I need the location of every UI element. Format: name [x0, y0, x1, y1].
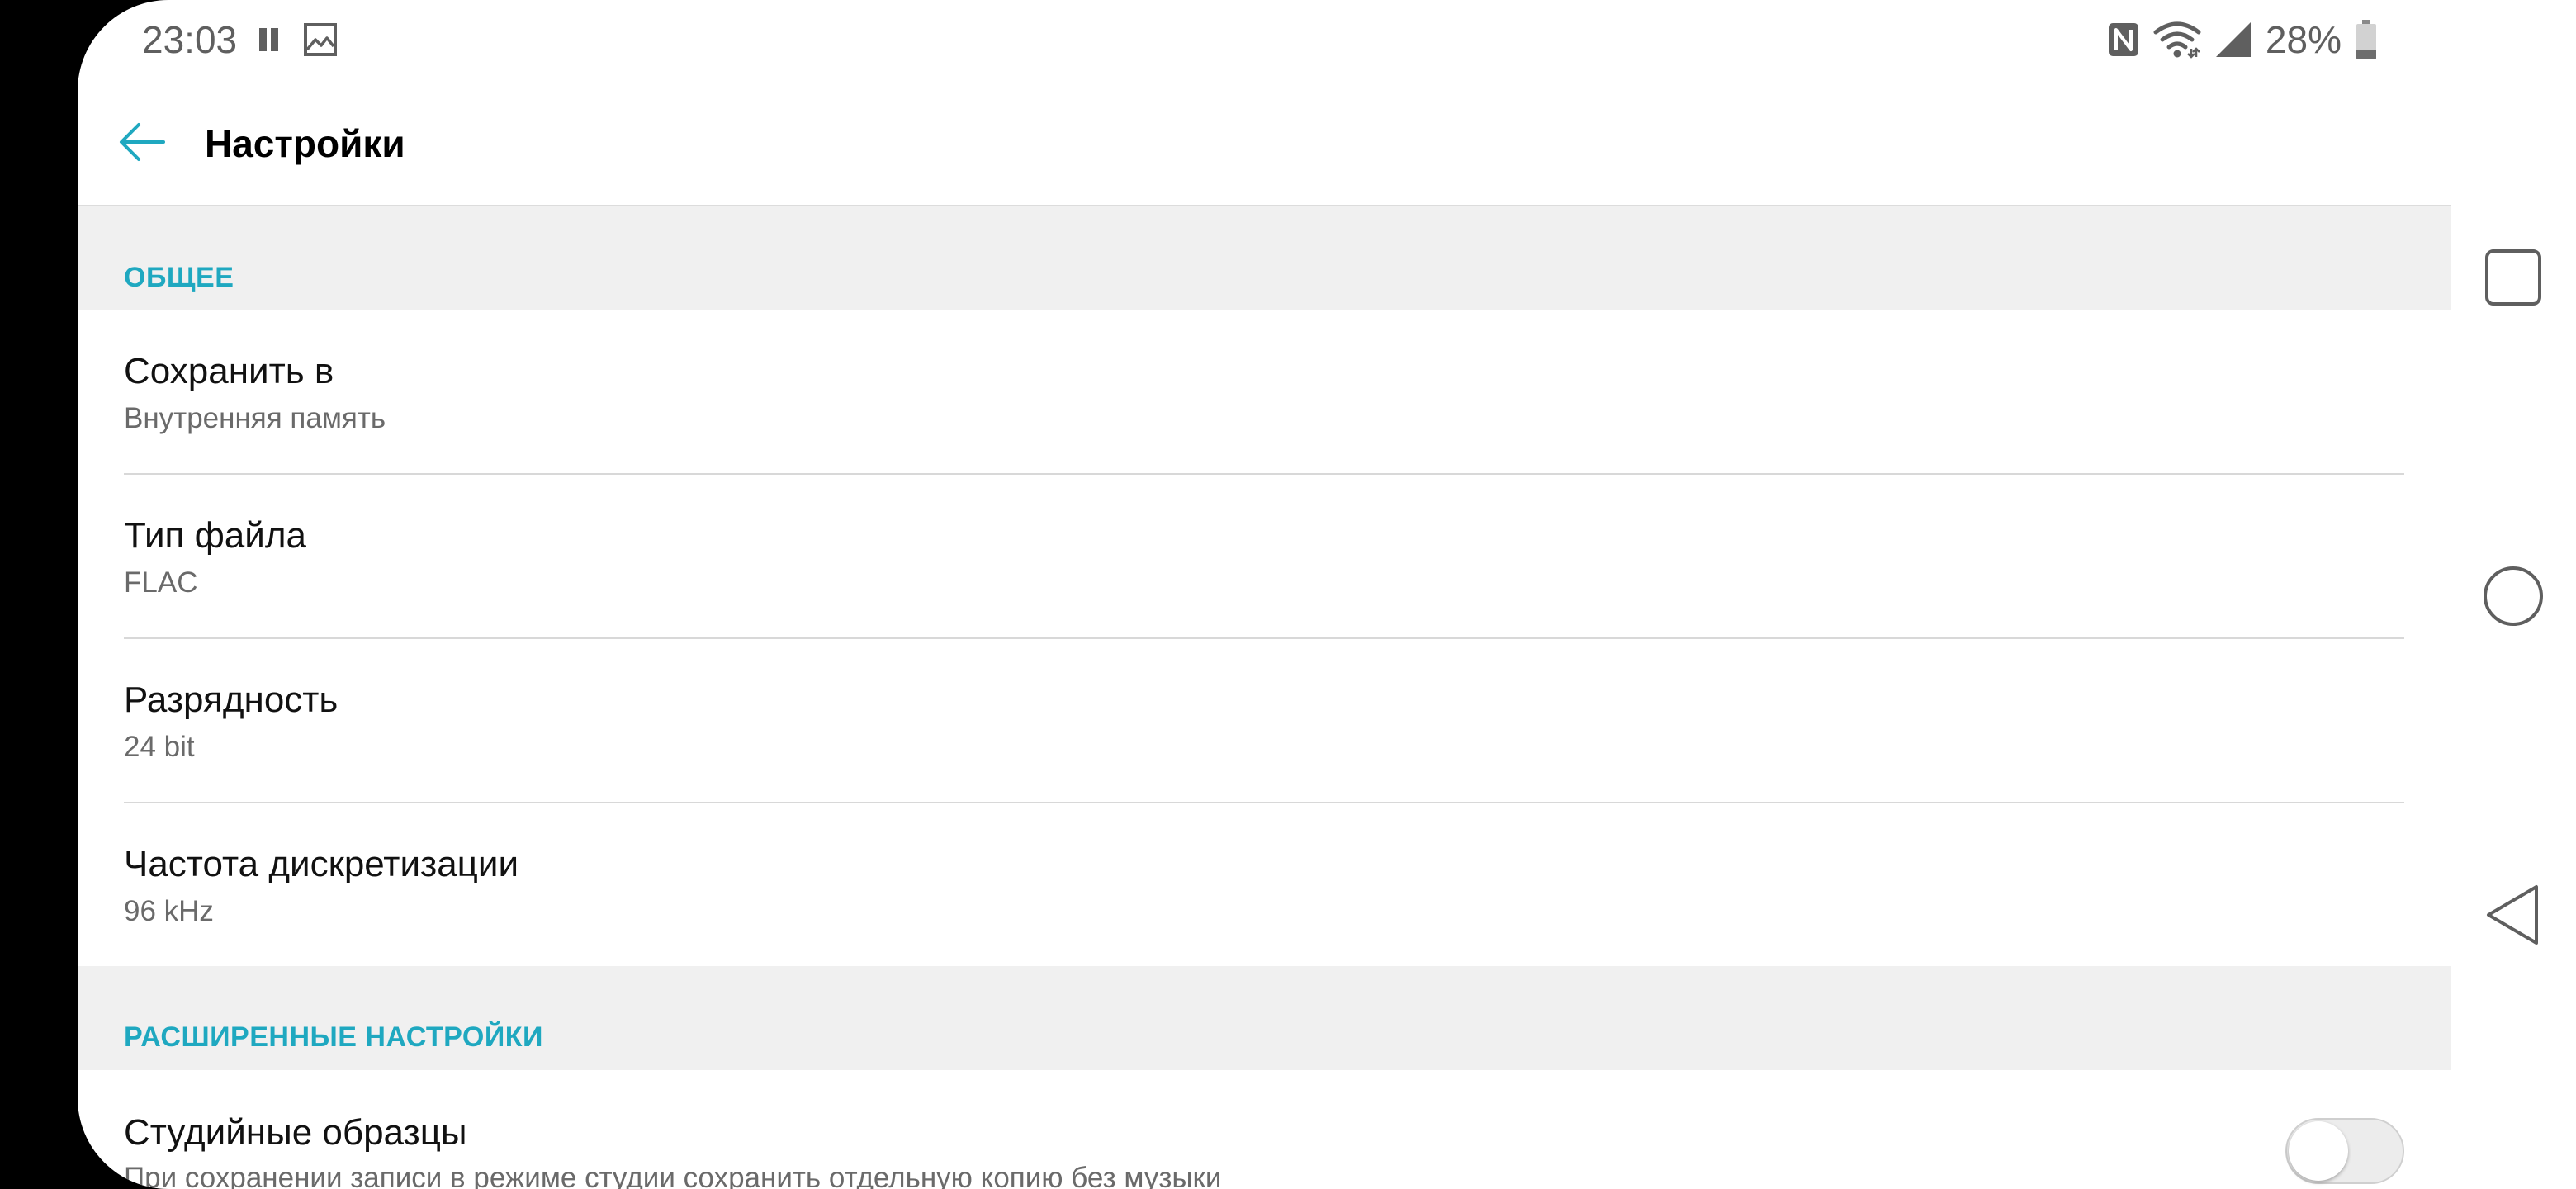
section-header-general: ОБЩЕЕ [78, 206, 2451, 310]
back-icon [2487, 885, 2538, 945]
arrow-left-icon [120, 123, 165, 161]
setting-title: Студийные образцы [124, 1112, 467, 1153]
recents-button[interactable] [2480, 244, 2546, 310]
nav-back-button[interactable] [2480, 882, 2546, 948]
home-icon [2484, 566, 2543, 626]
setting-title: Частота дискретизации [124, 844, 519, 884]
settings-list: ОБЩЕЕ Сохранить в Внутренняя память Тип … [78, 206, 2451, 1189]
back-button[interactable] [111, 111, 173, 173]
setting-value: 24 bit [124, 731, 195, 763]
page-title: Настройки [205, 122, 405, 165]
recents-icon [2485, 249, 2541, 306]
home-button[interactable] [2480, 563, 2546, 629]
section-header-advanced: РАСШИРЕННЫЕ НАСТРОЙКИ [78, 966, 2451, 1070]
navigation-bar [2451, 0, 2576, 1189]
status-time: 23:03 [142, 18, 238, 61]
section-title: РАСШИРЕННЫЕ НАСТРОЙКИ [124, 1021, 543, 1053]
setting-bit-depth[interactable]: Разрядность 24 bit [124, 639, 2404, 803]
setting-value: 96 kHz [124, 895, 214, 927]
battery-percent: 28% [2265, 18, 2342, 61]
setting-description: При сохранении записи в режиме студии со… [124, 1162, 1222, 1189]
pause-icon [258, 28, 279, 53]
section-title: ОБЩЕЕ [124, 262, 234, 293]
setting-value: FLAC [124, 566, 198, 599]
setting-studio-samples[interactable]: Студийные образцы При сохранении записи … [124, 1070, 2404, 1189]
setting-title: Разрядность [124, 680, 339, 720]
image-icon [302, 21, 339, 58]
setting-save-location[interactable]: Сохранить в Внутренняя память [124, 310, 2404, 475]
toggle-knob [2289, 1121, 2348, 1181]
signal-icon [2214, 21, 2252, 59]
status-icons: 28% [2107, 15, 2376, 64]
setting-value: Внутренняя память [124, 402, 386, 434]
app-screen: 23:03 28% Настройки ОБЩЕЕ Сохранить в Вн… [78, 0, 2451, 1189]
setting-sample-rate[interactable]: Частота дискретизации 96 kHz [124, 803, 2404, 966]
setting-title: Сохранить в [124, 351, 334, 391]
setting-file-type[interactable]: Тип файла FLAC [124, 475, 2404, 639]
setting-title: Тип файла [124, 515, 306, 556]
nfc-icon [2107, 21, 2140, 58]
studio-samples-toggle[interactable] [2285, 1118, 2404, 1184]
battery-icon [2356, 20, 2376, 59]
status-bar: 23:03 28% [78, 0, 2451, 79]
app-bar: Настройки [78, 79, 2451, 206]
wifi-icon [2153, 21, 2201, 59]
